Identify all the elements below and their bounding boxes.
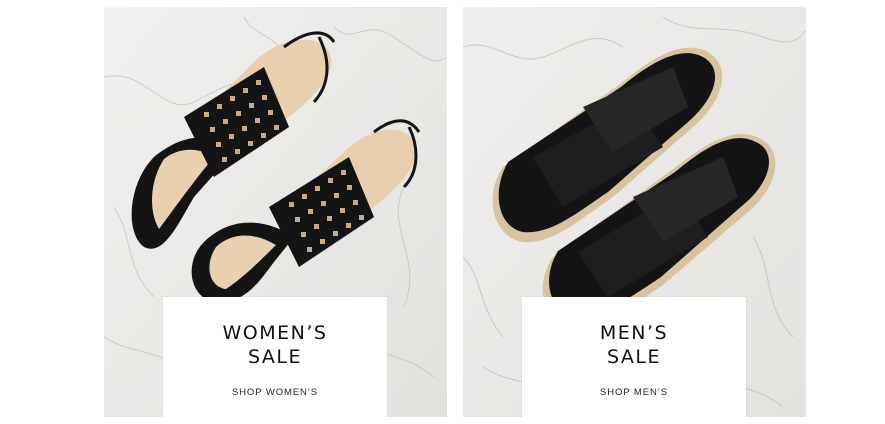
mens-title-line2: SALE bbox=[606, 346, 661, 368]
mens-sale-card[interactable]: MEN’S SALE SHOP MEN’S bbox=[522, 297, 746, 417]
womens-title-line2: SALE bbox=[247, 346, 302, 368]
womens-sale-title: WOMEN’S SALE bbox=[163, 321, 387, 369]
womens-sale-tile[interactable]: WOMEN’S SALE SHOP WOMEN’S bbox=[104, 7, 447, 417]
mens-sale-title: MEN’S SALE bbox=[522, 321, 746, 369]
shop-mens-link[interactable]: SHOP MEN’S bbox=[600, 387, 668, 398]
womens-sale-card[interactable]: WOMEN’S SALE SHOP WOMEN’S bbox=[163, 297, 387, 417]
shop-womens-link[interactable]: SHOP WOMEN’S bbox=[232, 387, 318, 398]
mens-sale-tile[interactable]: MEN’S SALE SHOP MEN’S bbox=[463, 7, 806, 417]
womens-title-line1: WOMEN’S bbox=[222, 322, 328, 344]
mens-title-line1: MEN’S bbox=[599, 322, 669, 344]
